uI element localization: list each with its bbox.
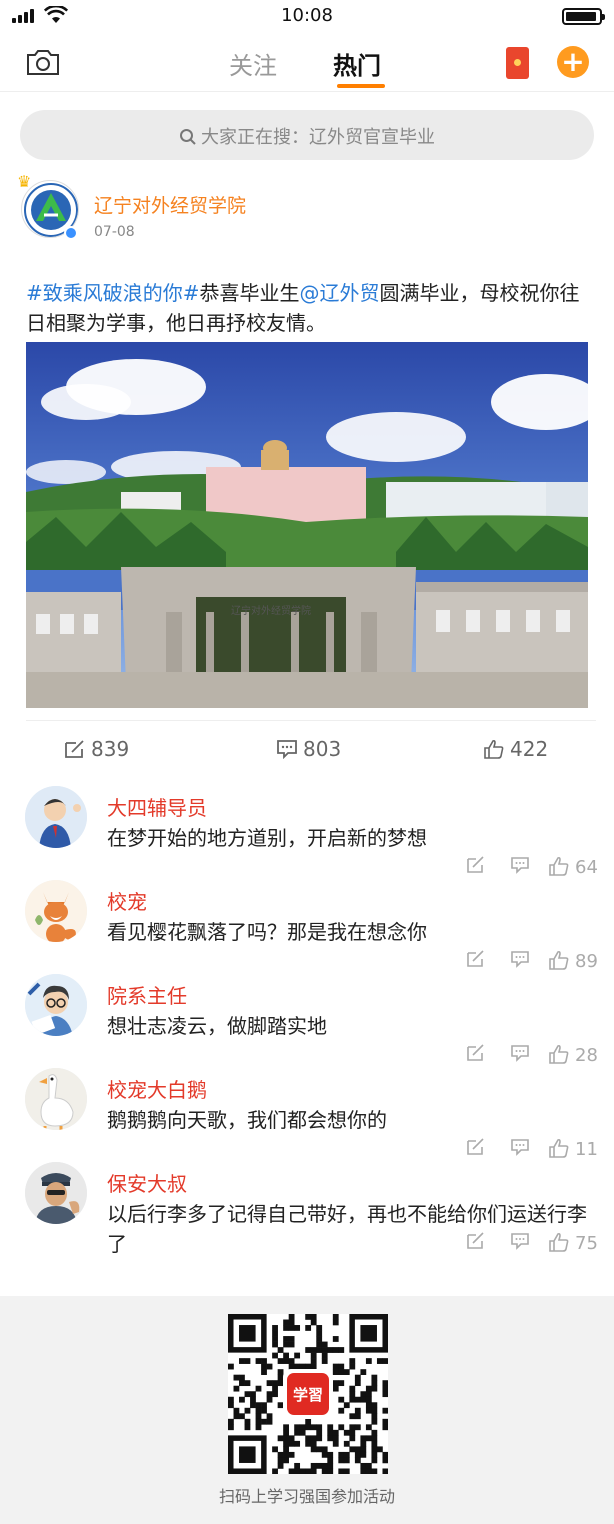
like-button[interactable]: 422 [483, 737, 548, 761]
campus-gate-photo: 辽宁对外经贸学院 [26, 342, 588, 708]
battery-icon [562, 8, 605, 25]
comment-icon[interactable] [510, 1138, 530, 1156]
post-text: #致乘风破浪的你#恭喜毕业生@辽外贸圆满毕业，母校祝你往日相聚为学事，他日再抒校… [26, 278, 596, 338]
comment-text: 在梦开始的地方道别，开启新的梦想 [107, 826, 427, 850]
commenter-name[interactable]: 保安大叔 [107, 1168, 187, 1197]
commenter-avatar[interactable] [25, 1068, 87, 1130]
comment-like-count: 28 [575, 1045, 598, 1066]
comment-tools: 75 [466, 1232, 606, 1256]
commenter-name[interactable]: 校宠大白鹅 [107, 1074, 207, 1103]
hashtag-link[interactable]: #致乘风破浪的你# [26, 281, 200, 305]
commenter-name[interactable]: 院系主任 [107, 980, 187, 1009]
commenter-name[interactable]: 校宠 [107, 886, 147, 915]
search-bar[interactable]: 大家正在搜：辽外贸官宣毕业 [20, 110, 594, 160]
comment-tools: 11 [466, 1138, 606, 1162]
repost-icon [65, 740, 84, 758]
comment-tools: 64 [466, 856, 606, 880]
post-date: 07-08 [94, 224, 135, 240]
comment-tools: 89 [466, 950, 606, 974]
post-image[interactable]: 辽宁对外经贸学院 [26, 342, 588, 708]
qr-footer: 学習 扫码上学习强国参加活动 [0, 1296, 614, 1524]
camera-icon[interactable] [26, 48, 60, 76]
comment-item: 大四辅导员 在梦开始的地方道别，开启新的梦想 64 [0, 786, 614, 880]
comment-button[interactable]: 803 [276, 737, 341, 761]
post-action-bar: 839 803 422 [0, 734, 614, 768]
xuexi-logo-text: 学習 [293, 1386, 323, 1404]
thumbs-up-icon[interactable] [548, 1044, 570, 1064]
repost-icon[interactable] [466, 1044, 486, 1062]
divider [26, 720, 596, 721]
comment-like-count: 11 [575, 1139, 598, 1160]
commenter-name[interactable]: 大四辅导员 [107, 792, 207, 821]
gate-inscription: 辽宁对外经贸学院 [231, 604, 311, 617]
comment-text: 鹅鹅鹅向天歌，我们都会想你的 [107, 1108, 387, 1132]
thumbs-up-icon[interactable] [548, 1138, 570, 1158]
comment-like-count: 89 [575, 951, 598, 972]
post-text-part1: 恭喜毕业生 [199, 281, 300, 305]
qr-caption: 扫码上学习强国参加活动 [218, 1487, 395, 1506]
comment-count: 803 [303, 737, 342, 761]
like-count: 422 [510, 737, 549, 761]
status-time: 10:08 [281, 5, 333, 26]
crown-icon: ♛ [17, 172, 32, 191]
comment-like-count: 75 [575, 1233, 598, 1254]
repost-icon[interactable] [466, 856, 486, 874]
thumbs-up-icon[interactable] [548, 856, 570, 876]
add-button[interactable]: + [557, 46, 589, 78]
comment-text: 想壮志凌云，做脚踏实地 [107, 1014, 327, 1038]
verified-badge-icon [64, 226, 78, 240]
search-field[interactable]: 大家正在搜：辽外贸官宣毕业 [20, 123, 594, 149]
comment-item: 院系主任 想壮志凌云，做脚踏实地 28 [0, 974, 614, 1068]
comment-icon[interactable] [510, 1232, 530, 1250]
tab-follow[interactable]: 关注 [229, 46, 277, 81]
repost-icon[interactable] [466, 950, 486, 968]
thumbs-up-icon[interactable] [548, 1232, 570, 1252]
comment-text: 看见樱花飘落了吗？那是我在想念你 [107, 920, 427, 944]
commenter-avatar[interactable] [25, 786, 87, 848]
active-tab-indicator [337, 84, 385, 88]
comment-item: 校宠大白鹅 鹅鹅鹅向天歌，我们都会想你的 11 [0, 1068, 614, 1162]
search-icon [180, 129, 196, 145]
comment-icon [277, 740, 297, 760]
thumbs-up-icon[interactable] [548, 950, 570, 970]
comment-icon[interactable] [510, 856, 530, 874]
top-nav: 关注 热门 + [0, 34, 614, 92]
repost-count: 839 [91, 737, 130, 761]
comment-item: 保安大叔 以后行李多了记得自己带好，再也不能给你们运送行李了 75 [0, 1162, 614, 1256]
comment-item: 校宠 看见樱花飘落了吗？那是我在想念你 89 [0, 880, 614, 974]
mention-link[interactable]: @辽外贸 [300, 281, 380, 305]
comment-icon[interactable] [510, 1044, 530, 1062]
repost-icon[interactable] [466, 1232, 486, 1250]
red-packet-icon[interactable] [506, 47, 529, 79]
tab-hot[interactable]: 热门 [333, 46, 381, 81]
commenter-avatar[interactable] [25, 974, 87, 1036]
comment-tools: 28 [466, 1044, 606, 1068]
repost-button[interactable]: 839 [64, 737, 129, 761]
thumbs-up-icon [484, 739, 504, 759]
commenter-avatar[interactable] [25, 880, 87, 942]
qr-code[interactable]: 学習 [228, 1314, 388, 1474]
status-bar: 10:08 [0, 0, 614, 34]
commenter-avatar[interactable] [25, 1162, 87, 1224]
comment-icon[interactable] [510, 950, 530, 968]
repost-icon[interactable] [466, 1138, 486, 1156]
search-placeholder: 大家正在搜：辽外贸官宣毕业 [201, 127, 435, 148]
comment-like-count: 64 [575, 857, 598, 878]
author-name[interactable]: 辽宁对外经贸学院 [94, 191, 246, 218]
